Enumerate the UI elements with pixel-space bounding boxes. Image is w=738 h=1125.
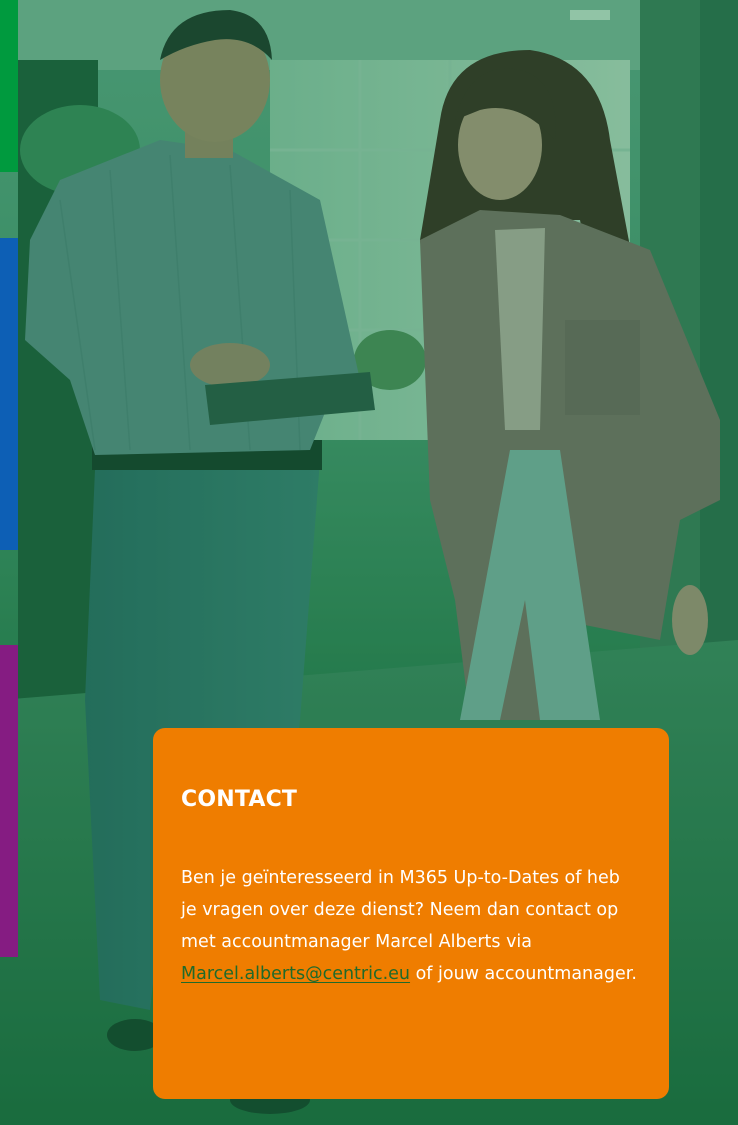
contact-title: CONTACT: [181, 787, 298, 812]
contact-text-outro: of jouw accountmanager.: [410, 964, 637, 984]
contact-card: CONTACT Ben je geïnteresseerd in M365 Up…: [153, 728, 669, 1099]
accent-bar-green: [0, 0, 18, 172]
contact-text: Ben je geïnteresseerd in M365 Up-to-Date…: [181, 862, 641, 990]
email-link[interactable]: Marcel.alberts@centric.eu: [181, 964, 410, 984]
accent-bar-purple: [0, 645, 18, 957]
contact-text-intro: Ben je geïnteresseerd in M365 Up-to-Date…: [181, 868, 620, 952]
accent-bar-blue: [0, 238, 18, 550]
